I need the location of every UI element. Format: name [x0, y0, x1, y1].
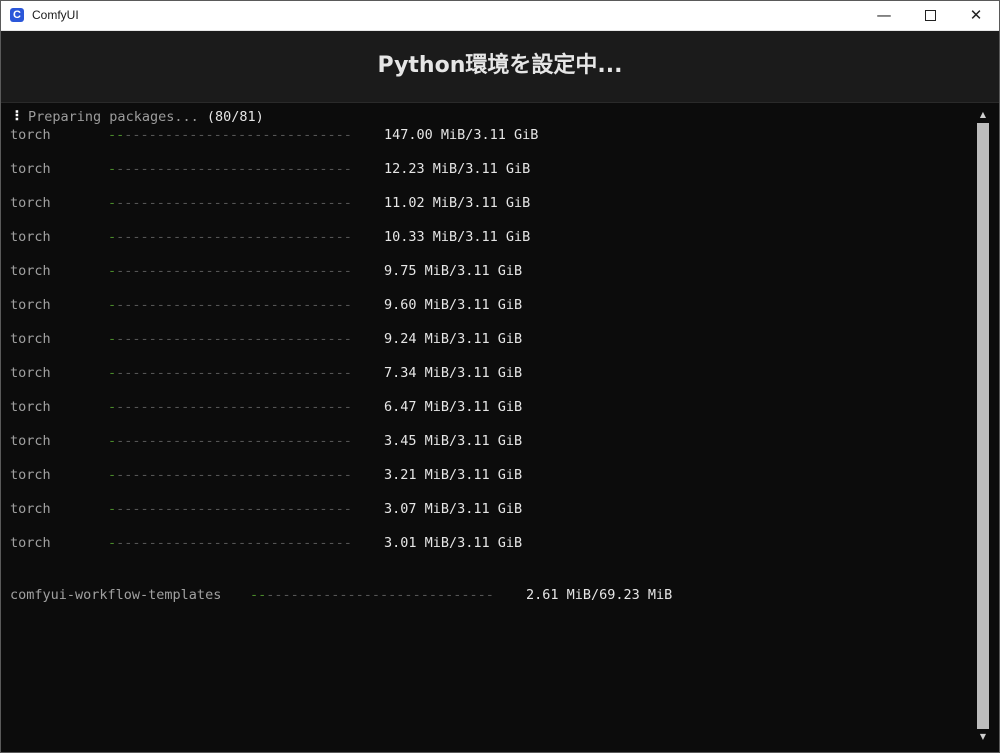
terminal-output[interactable]: ⠸ Preparing packages... (80/81) torch ---…	[1, 103, 973, 752]
progress-bar-fill: -	[108, 535, 117, 551]
progress-bar-track: -----------------------------	[116, 433, 352, 449]
package-name: torch	[10, 297, 51, 313]
progress-bar: ------------------------------	[108, 534, 352, 552]
progress-bar-track: ----------------------------	[124, 127, 352, 143]
progress-bar-track: ----------------------------	[266, 587, 494, 603]
progress-bar: ------------------------------	[108, 330, 352, 348]
progress-bar-fill: -	[108, 263, 117, 279]
progress-bar: ------------------------------	[108, 432, 352, 450]
spinner-icon: ⠸	[10, 109, 20, 125]
progress-bar-fill: -	[108, 467, 117, 483]
download-size: 11.02 MiB/3.11 GiB	[384, 195, 531, 211]
app-window: C ComfyUI — ✕ Python環境を設定中... ⠸ Preparin…	[0, 0, 1000, 753]
progress-bar-track: -----------------------------	[116, 263, 352, 279]
progress-bar-fill: -	[108, 161, 117, 177]
maximize-button[interactable]	[907, 1, 953, 30]
download-size: 147.00 MiB/3.11 GiB	[384, 127, 539, 143]
package-name: torch	[10, 161, 51, 177]
package-name: torch	[10, 365, 51, 381]
progress-bar: ------------------------------	[108, 296, 352, 314]
progress-bar: ------------------------------	[108, 398, 352, 416]
package-name: torch	[10, 433, 51, 449]
progress-bar-track: -----------------------------	[116, 229, 352, 245]
progress-bar: ------------------------------	[250, 586, 494, 604]
package-name: torch	[10, 501, 51, 517]
scrollbar-thumb[interactable]	[977, 123, 989, 729]
progress-bar-track: -----------------------------	[116, 467, 352, 483]
progress-bar-fill: -	[108, 195, 117, 211]
status-line: ⠸ Preparing packages... (80/81)	[10, 109, 264, 125]
package-name: torch	[10, 263, 51, 279]
package-name: torch	[10, 467, 51, 483]
download-size: 9.60 MiB/3.11 GiB	[384, 297, 523, 313]
scroll-up-arrow-icon[interactable]: ▲	[977, 109, 989, 121]
download-size: 6.47 MiB/3.11 GiB	[384, 399, 523, 415]
scroll-down-arrow-icon[interactable]: ▼	[977, 731, 989, 743]
progress-bar-track: -----------------------------	[116, 501, 352, 517]
package-name: torch	[10, 399, 51, 415]
progress-bar: ------------------------------	[108, 500, 352, 518]
close-button[interactable]: ✕	[953, 1, 999, 30]
download-size: 2.61 MiB/69.23 MiB	[526, 587, 673, 603]
status-text: Preparing packages...	[28, 109, 199, 125]
download-size: 7.34 MiB/3.11 GiB	[384, 365, 523, 381]
progress-bar-fill: -	[108, 229, 117, 245]
page-title: Python環境を設定中...	[377, 53, 623, 78]
progress-bar-track: -----------------------------	[116, 297, 352, 313]
status-count: (80/81)	[206, 109, 264, 125]
progress-bar: ------------------------------	[108, 194, 352, 212]
download-size: 3.21 MiB/3.11 GiB	[384, 467, 523, 483]
progress-bar: ------------------------------	[108, 262, 352, 280]
progress-bar-fill: --	[108, 127, 125, 143]
maximize-icon	[925, 10, 936, 21]
progress-bar: ------------------------------	[108, 126, 352, 144]
progress-bar-fill: -	[108, 501, 117, 517]
progress-bar: ------------------------------	[108, 228, 352, 246]
progress-bar-track: -----------------------------	[116, 535, 352, 551]
download-size: 9.24 MiB/3.11 GiB	[384, 331, 523, 347]
download-size: 3.45 MiB/3.11 GiB	[384, 433, 523, 449]
package-name: torch	[10, 195, 51, 211]
package-name: torch	[10, 331, 51, 347]
progress-bar-fill: --	[250, 587, 267, 603]
vertical-scrollbar[interactable]: ▲ ▼	[975, 109, 992, 743]
package-name: torch	[10, 127, 51, 143]
progress-bar: ------------------------------	[108, 466, 352, 484]
window-title: ComfyUI	[32, 8, 79, 22]
package-name: comfyui-workflow-templates	[10, 587, 222, 603]
progress-bar-track: -----------------------------	[116, 365, 352, 381]
progress-bar-fill: -	[108, 433, 117, 449]
download-size: 12.23 MiB/3.11 GiB	[384, 161, 531, 177]
minimize-button[interactable]: —	[861, 1, 907, 30]
progress-bar-fill: -	[108, 365, 117, 381]
progress-bar-fill: -	[108, 399, 117, 415]
comfyui-logo-icon: C	[10, 8, 24, 22]
progress-bar: ------------------------------	[108, 364, 352, 382]
progress-bar-fill: -	[108, 297, 117, 313]
progress-bar-track: -----------------------------	[116, 399, 352, 415]
download-size: 3.07 MiB/3.11 GiB	[384, 501, 523, 517]
setup-header: Python環境を設定中...	[1, 31, 999, 103]
package-name: torch	[10, 229, 51, 245]
progress-bar: ------------------------------	[108, 160, 352, 178]
progress-bar-track: -----------------------------	[116, 331, 352, 347]
package-name: torch	[10, 535, 51, 551]
title-bar[interactable]: C ComfyUI — ✕	[1, 1, 999, 31]
download-size: 9.75 MiB/3.11 GiB	[384, 263, 523, 279]
progress-bar-fill: -	[108, 331, 117, 347]
download-size: 3.01 MiB/3.11 GiB	[384, 535, 523, 551]
download-size: 10.33 MiB/3.11 GiB	[384, 229, 531, 245]
progress-bar-track: -----------------------------	[116, 161, 352, 177]
progress-bar-track: -----------------------------	[116, 195, 352, 211]
